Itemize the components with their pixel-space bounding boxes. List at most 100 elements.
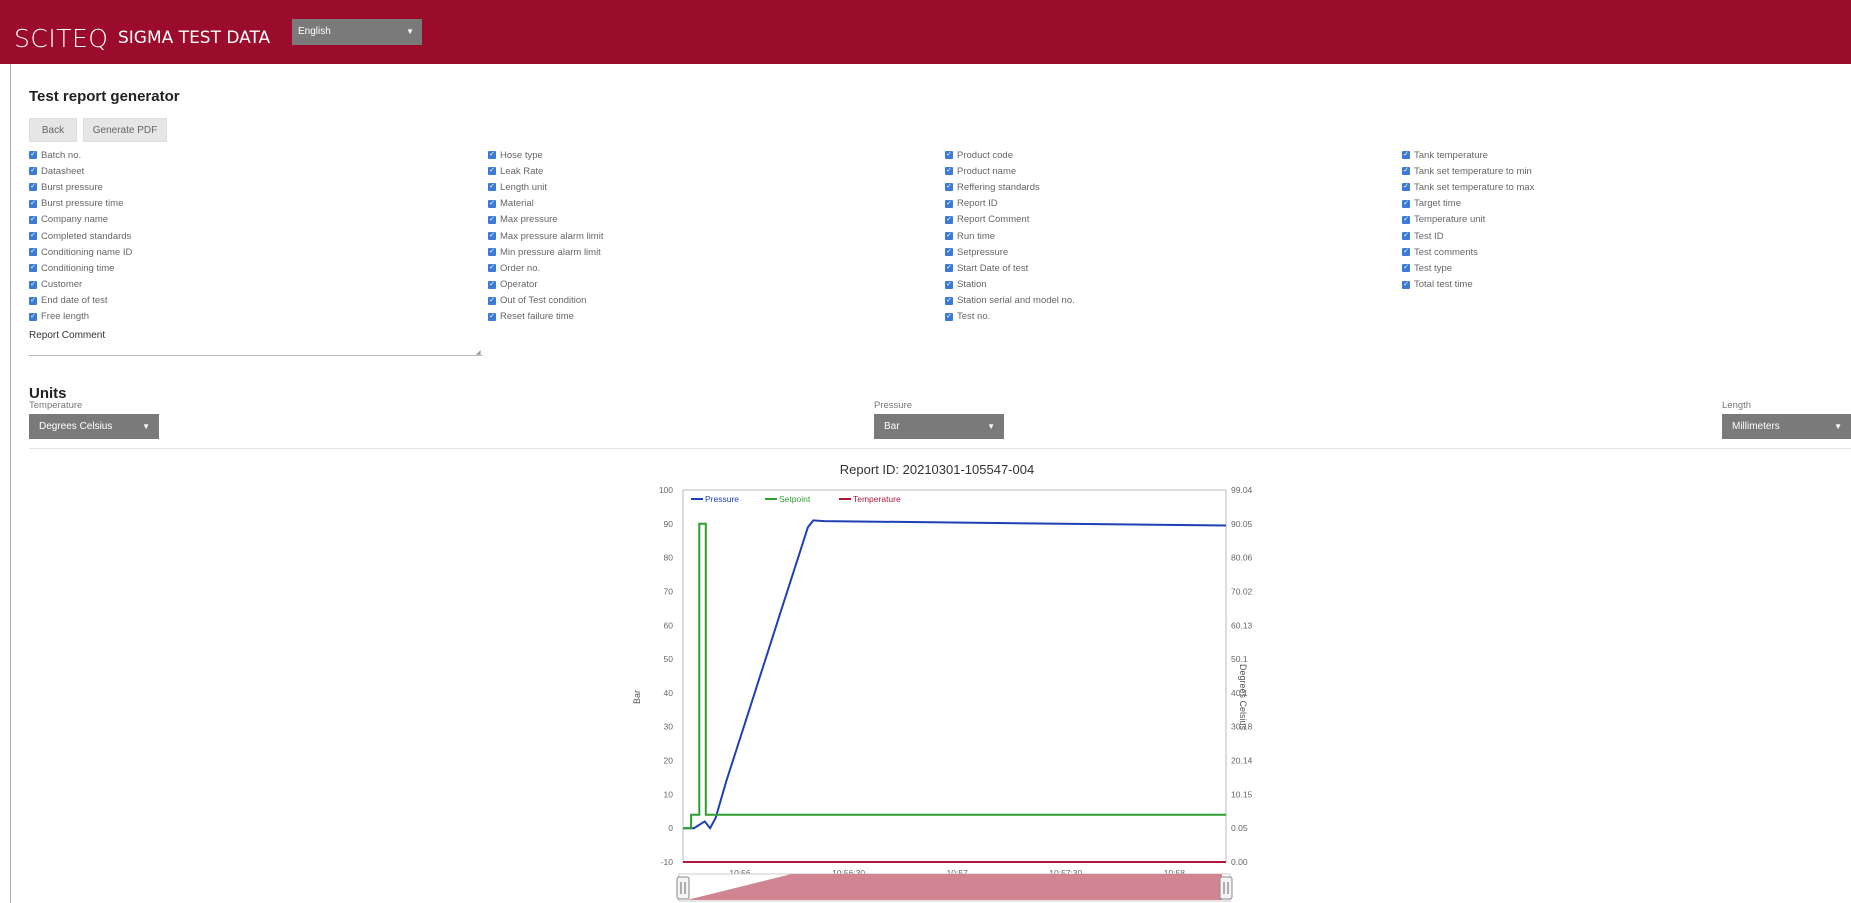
field-checkbox-item[interactable]: ✓ Leak Rate [488, 163, 603, 179]
field-checkbox-item[interactable]: ✓ Test ID [1402, 228, 1534, 244]
range-selector[interactable] [676, 873, 1233, 902]
field-checkbox-item[interactable]: ✓ Total test time [1402, 277, 1534, 293]
checkbox-checked-icon[interactable]: ✓ [29, 167, 37, 176]
field-checkbox-item[interactable]: ✓ Datasheet [29, 163, 132, 179]
temperature-unit-select[interactable]: Degrees Celsius ▼ [29, 414, 159, 439]
field-checkbox-item[interactable]: ✓ Hose type [488, 147, 603, 163]
checkbox-checked-icon[interactable]: ✓ [1402, 248, 1410, 257]
field-checkbox-item[interactable]: ✓ Customer [29, 277, 132, 293]
checkbox-checked-icon[interactable]: ✓ [29, 296, 37, 305]
field-checkbox-item[interactable]: ✓ Max pressure [488, 212, 603, 228]
field-checkbox-item[interactable]: ✓ Min pressure alarm limit [488, 244, 603, 260]
field-checkbox-item[interactable]: ✓ Product code [945, 147, 1075, 163]
field-checkbox-item[interactable]: ✓ Run time [945, 228, 1075, 244]
checkbox-column-3: ✓ Product code ✓ Product name ✓ Reffering sta… [945, 147, 1075, 325]
checkbox-checked-icon[interactable]: ✓ [945, 199, 953, 208]
field-checkbox-item[interactable]: ✓ Max pressure alarm limit [488, 228, 603, 244]
back-button[interactable]: Back [29, 118, 77, 142]
field-checkbox-item[interactable]: ✓ Reset failure time [488, 309, 603, 325]
checkbox-checked-icon[interactable]: ✓ [945, 264, 953, 273]
field-checkbox-item[interactable]: ✓ Start Date of test [945, 260, 1075, 276]
field-checkbox-item[interactable]: ✓ Tank set temperature to min [1402, 163, 1534, 179]
field-checkbox-item[interactable]: ✓ Material [488, 196, 603, 212]
y2-tick-label: 70.02 [1231, 586, 1253, 596]
checkbox-checked-icon[interactable]: ✓ [488, 280, 496, 289]
checkbox-checked-icon[interactable]: ✓ [488, 199, 496, 208]
checkbox-checked-icon[interactable]: ✓ [488, 183, 496, 192]
checkbox-checked-icon[interactable]: ✓ [1402, 167, 1410, 176]
checkbox-checked-icon[interactable]: ✓ [29, 248, 37, 257]
checkbox-checked-icon[interactable]: ✓ [1402, 280, 1410, 289]
checkbox-checked-icon[interactable]: ✓ [1402, 151, 1410, 160]
field-checkbox-item[interactable]: ✓ Setpressure [945, 244, 1075, 260]
checkbox-checked-icon[interactable]: ✓ [29, 199, 37, 208]
legend-item: Pressure [705, 494, 739, 504]
checkbox-checked-icon[interactable]: ✓ [1402, 232, 1410, 241]
field-checkbox-item[interactable]: ✓ Tank set temperature to max [1402, 179, 1534, 195]
checkbox-checked-icon[interactable]: ✓ [945, 232, 953, 241]
checkbox-checked-icon[interactable]: ✓ [1402, 215, 1410, 224]
field-checkbox-item[interactable]: ✓ Test comments [1402, 244, 1534, 260]
checkbox-checked-icon[interactable]: ✓ [29, 312, 37, 321]
language-select[interactable]: English ▼ [292, 19, 422, 45]
field-checkbox-item[interactable]: ✓ Conditioning name ID [29, 244, 132, 260]
checkbox-label: Min pressure alarm limit [500, 246, 601, 258]
checkbox-checked-icon[interactable]: ✓ [488, 296, 496, 305]
field-checkbox-item[interactable]: ✓ Target time [1402, 196, 1534, 212]
generate-pdf-button[interactable]: Generate PDF [83, 118, 167, 142]
checkbox-checked-icon[interactable]: ✓ [488, 215, 496, 224]
checkbox-checked-icon[interactable]: ✓ [1402, 183, 1410, 192]
y2-tick-label: 40.1 [1231, 688, 1248, 698]
checkbox-checked-icon[interactable]: ✓ [29, 232, 37, 241]
checkbox-checked-icon[interactable]: ✓ [945, 296, 953, 305]
field-checkbox-item[interactable]: ✓ Company name [29, 212, 132, 228]
field-checkbox-item[interactable]: ✓ Product name [945, 163, 1075, 179]
checkbox-checked-icon[interactable]: ✓ [1402, 199, 1410, 208]
checkbox-checked-icon[interactable]: ✓ [29, 183, 37, 192]
checkbox-checked-icon[interactable]: ✓ [488, 167, 496, 176]
report-comment-input[interactable] [29, 343, 483, 356]
checkbox-checked-icon[interactable]: ✓ [488, 232, 496, 241]
checkbox-checked-icon[interactable]: ✓ [945, 248, 953, 257]
field-checkbox-item[interactable]: ✓ Batch no. [29, 147, 132, 163]
checkbox-checked-icon[interactable]: ✓ [945, 215, 953, 224]
checkbox-checked-icon[interactable]: ✓ [488, 264, 496, 273]
checkbox-checked-icon[interactable]: ✓ [29, 280, 37, 289]
field-checkbox-item[interactable]: ✓ Report ID [945, 196, 1075, 212]
resize-grip-icon[interactable]: ◢ [476, 349, 481, 356]
field-checkbox-item[interactable]: ✓ Out of Test condition [488, 293, 603, 309]
field-checkbox-item[interactable]: ✓ Temperature unit [1402, 212, 1534, 228]
field-checkbox-item[interactable]: ✓ End date of test [29, 293, 132, 309]
field-checkbox-item[interactable]: ✓ Length unit [488, 179, 603, 195]
field-checkbox-item[interactable]: ✓ Station serial and model no. [945, 293, 1075, 309]
field-checkbox-item[interactable]: ✓ Test type [1402, 260, 1534, 276]
checkbox-checked-icon[interactable]: ✓ [1402, 264, 1410, 273]
field-checkbox-item[interactable]: ✓ Report Comment [945, 212, 1075, 228]
checkbox-checked-icon[interactable]: ✓ [945, 151, 953, 160]
field-checkbox-item[interactable]: ✓ Operator [488, 277, 603, 293]
checkbox-checked-icon[interactable]: ✓ [488, 248, 496, 257]
field-checkbox-item[interactable]: ✓ Burst pressure [29, 179, 132, 195]
field-checkbox-item[interactable]: ✓ Free length [29, 309, 132, 325]
field-checkbox-item[interactable]: ✓ Reffering standards [945, 179, 1075, 195]
checkbox-label: Customer [41, 279, 83, 291]
checkbox-checked-icon[interactable]: ✓ [488, 312, 496, 321]
length-unit-select[interactable]: Millimeters ▼ [1722, 414, 1851, 439]
pressure-unit-select[interactable]: Bar ▼ [874, 414, 1004, 439]
field-checkbox-item[interactable]: ✓ Tank temperature [1402, 147, 1534, 163]
checkbox-checked-icon[interactable]: ✓ [29, 264, 37, 273]
field-checkbox-item[interactable]: ✓ Burst pressure time [29, 196, 132, 212]
checkbox-checked-icon[interactable]: ✓ [945, 183, 953, 192]
checkbox-checked-icon[interactable]: ✓ [29, 151, 37, 160]
checkbox-checked-icon[interactable]: ✓ [945, 167, 953, 176]
checkbox-checked-icon[interactable]: ✓ [488, 151, 496, 160]
checkbox-checked-icon[interactable]: ✓ [945, 312, 953, 321]
field-checkbox-item[interactable]: ✓ Test no. [945, 309, 1075, 325]
checkbox-label: Station serial and model no. [957, 295, 1075, 307]
field-checkbox-item[interactable]: ✓ Station [945, 277, 1075, 293]
field-checkbox-item[interactable]: ✓ Completed standards [29, 228, 132, 244]
field-checkbox-item[interactable]: ✓ Order no. [488, 260, 603, 276]
checkbox-checked-icon[interactable]: ✓ [29, 215, 37, 224]
field-checkbox-item[interactable]: ✓ Conditioning time [29, 260, 132, 276]
checkbox-checked-icon[interactable]: ✓ [945, 280, 953, 289]
